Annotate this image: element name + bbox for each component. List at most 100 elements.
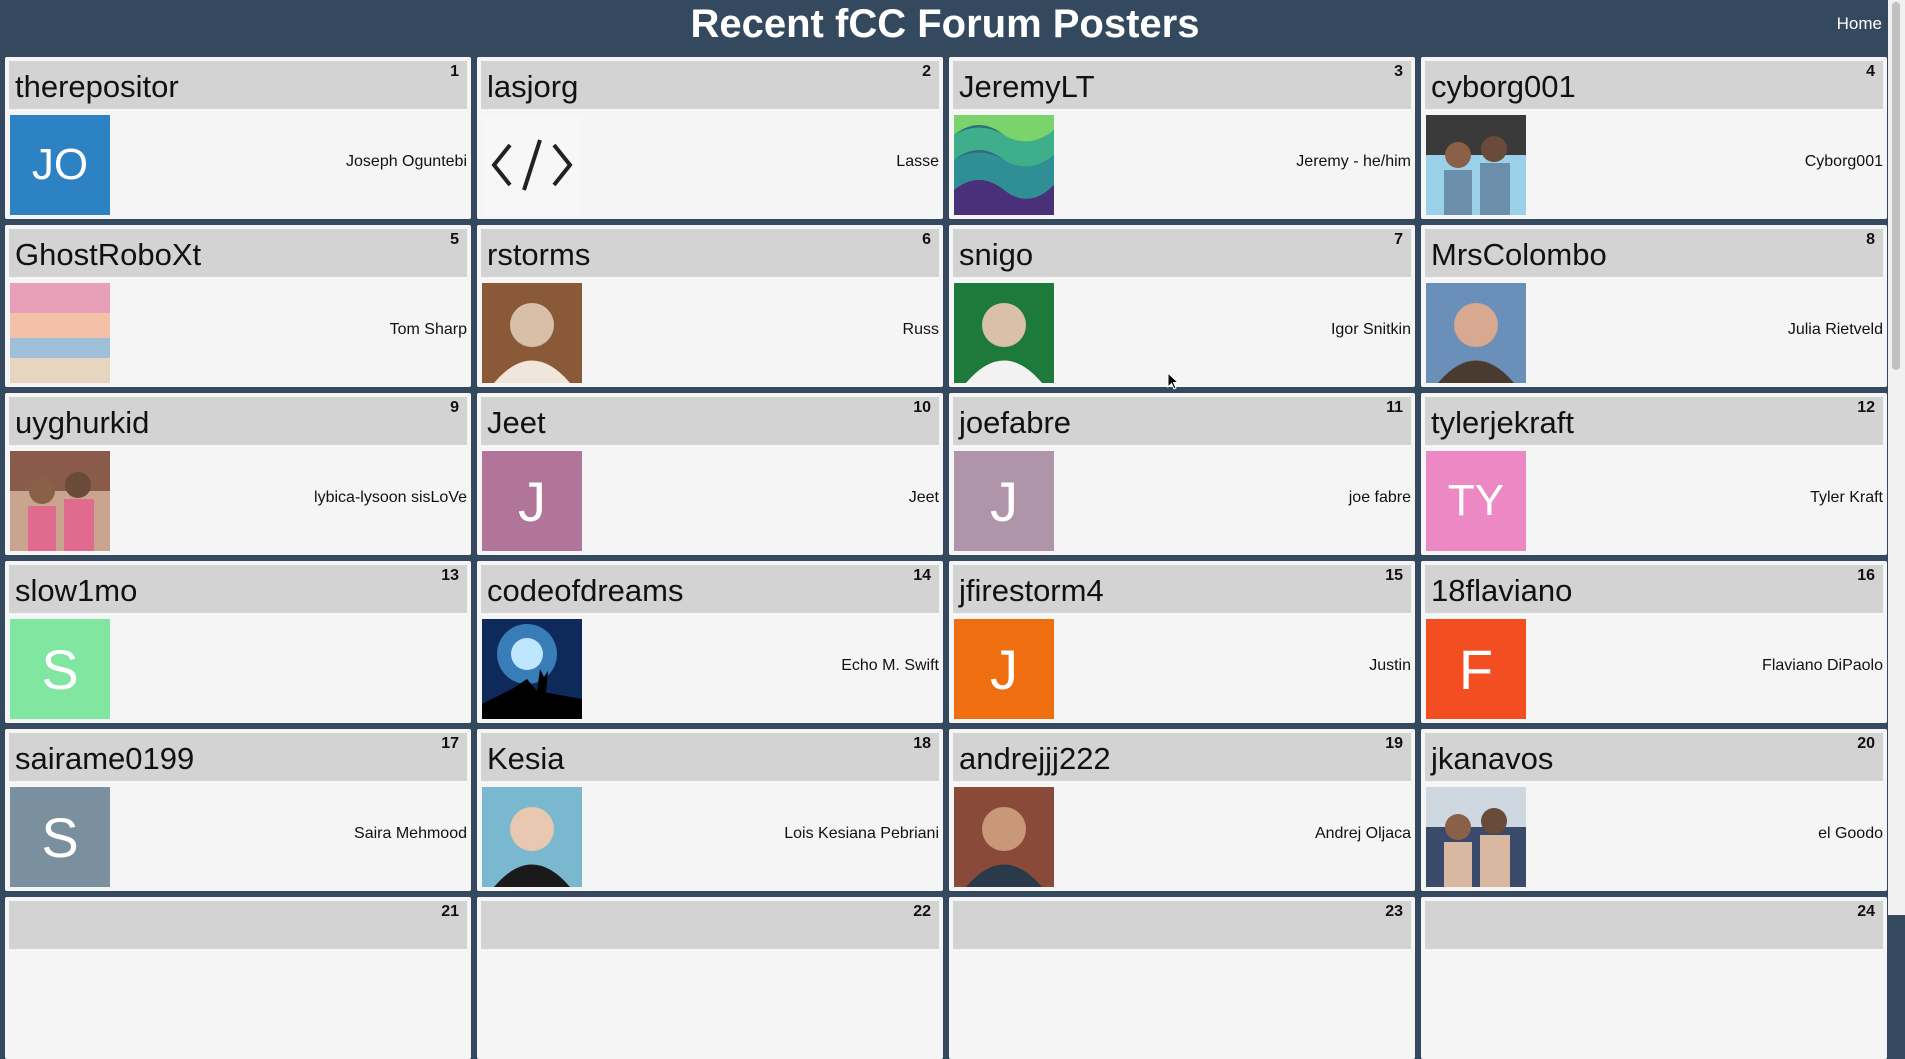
header: Recent fCC Forum Posters Home [0, 0, 1905, 56]
poster-card[interactable]: andrejjj222 19 Andrej Oljaca [949, 729, 1415, 891]
rank-number: 15 [1385, 567, 1403, 584]
code-brackets-icon[interactable] [482, 115, 582, 215]
scrollbar[interactable] [1888, 0, 1905, 915]
rank-number: 3 [1394, 63, 1403, 80]
username[interactable]: jkanavos [1431, 741, 1553, 777]
avatar[interactable] [954, 283, 1054, 383]
username[interactable]: therepositor [15, 69, 179, 105]
card-header: 23 [953, 901, 1411, 949]
home-link[interactable]: Home [1837, 14, 1882, 34]
card-header: uyghurkid 9 [9, 397, 467, 445]
full-name: Tyler Kraft [1810, 489, 1883, 506]
username[interactable]: jfirestorm4 [959, 573, 1104, 609]
poster-card[interactable]: GhostRoboXt 5 Tom Sharp [5, 225, 471, 387]
avatar[interactable] [482, 283, 582, 383]
poster-card[interactable]: Jeet 10 J Jeet [477, 393, 943, 555]
card-header: lasjorg 2 [481, 61, 939, 109]
full-name: Russ [902, 321, 939, 338]
avatar[interactable] [1426, 787, 1526, 887]
poster-card[interactable]: sairame0199 17 S Saira Mehmood [5, 729, 471, 891]
poster-card[interactable]: rstorms 6 Russ [477, 225, 943, 387]
rank-number: 12 [1857, 399, 1875, 416]
username[interactable]: tylerjekraft [1431, 405, 1574, 441]
username[interactable]: slow1mo [15, 573, 137, 609]
username[interactable]: snigo [959, 237, 1033, 273]
avatar[interactable] [1426, 283, 1526, 383]
poster-card[interactable]: slow1mo 13 S [5, 561, 471, 723]
poster-card[interactable]: codeofdreams 14 Echo M. Swift [477, 561, 943, 723]
full-name: joe fabre [1348, 489, 1411, 506]
full-name: Echo M. Swift [841, 657, 939, 674]
full-name: Lois Kesiana Pebriani [784, 825, 939, 842]
avatar[interactable] [1426, 115, 1526, 215]
card-header: 18flaviano 16 [1425, 565, 1883, 613]
poster-card[interactable]: 18flaviano 16 F Flaviano DiPaolo [1421, 561, 1887, 723]
full-name: el Goodo [1818, 825, 1883, 842]
rank-number: 14 [913, 567, 931, 584]
card-header: codeofdreams 14 [481, 565, 939, 613]
poster-card[interactable]: 22 [477, 897, 943, 1059]
card-header: JeremyLT 3 [953, 61, 1411, 109]
username[interactable]: MrsColombo [1431, 237, 1607, 273]
card-header: joefabre 11 [953, 397, 1411, 445]
poster-card[interactable]: jkanavos 20 el Goodo [1421, 729, 1887, 891]
username[interactable]: andrejjj222 [959, 741, 1111, 777]
poster-card[interactable]: snigo 7 Igor Snitkin [949, 225, 1415, 387]
username[interactable]: cyborg001 [1431, 69, 1576, 105]
poster-card[interactable]: jfirestorm4 15 J Justin [949, 561, 1415, 723]
rank-number: 4 [1866, 63, 1875, 80]
avatar[interactable] [482, 619, 582, 719]
username[interactable]: uyghurkid [15, 405, 149, 441]
full-name: Lasse [896, 153, 939, 170]
username[interactable]: sairame0199 [15, 741, 194, 777]
poster-card[interactable]: tylerjekraft 12 TY Tyler Kraft [1421, 393, 1887, 555]
avatar[interactable]: J [954, 451, 1054, 551]
avatar[interactable] [482, 787, 582, 887]
username[interactable]: 18flaviano [1431, 573, 1572, 609]
avatar[interactable] [10, 283, 110, 383]
avatar[interactable] [954, 115, 1054, 215]
avatar[interactable]: J [954, 619, 1054, 719]
avatar[interactable] [954, 787, 1054, 887]
poster-card[interactable]: Kesia 18 Lois Kesiana Pebriani [477, 729, 943, 891]
username[interactable]: GhostRoboXt [15, 237, 201, 273]
rank-number: 13 [441, 567, 459, 584]
rank-number: 24 [1857, 903, 1875, 920]
avatar[interactable]: S [10, 619, 110, 719]
username[interactable]: JeremyLT [959, 69, 1095, 105]
username[interactable]: joefabre [959, 405, 1071, 441]
card-header: Jeet 10 [481, 397, 939, 445]
poster-card[interactable]: lasjorg 2 Lasse [477, 57, 943, 219]
full-name: Tom Sharp [389, 321, 467, 338]
avatar[interactable]: J [482, 451, 582, 551]
avatar[interactable]: S [10, 787, 110, 887]
username[interactable]: Jeet [487, 405, 546, 441]
scrollbar-thumb[interactable] [1892, 2, 1900, 370]
poster-card[interactable]: 24 [1421, 897, 1887, 1059]
rank-number: 7 [1394, 231, 1403, 248]
full-name: Saira Mehmood [354, 825, 467, 842]
poster-card[interactable]: joefabre 11 Jjoe fabre [949, 393, 1415, 555]
avatar[interactable]: JO [10, 115, 110, 215]
poster-card[interactable]: 21 [5, 897, 471, 1059]
avatar[interactable] [10, 451, 110, 551]
poster-card[interactable]: uyghurkid 9 lybica-lysoon sisLoVe [5, 393, 471, 555]
mouse-cursor-icon [1167, 372, 1180, 390]
rank-number: 17 [441, 735, 459, 752]
poster-card[interactable]: 23 [949, 897, 1415, 1059]
card-header: tylerjekraft 12 [1425, 397, 1883, 445]
avatar[interactable]: TY [1426, 451, 1526, 551]
username[interactable]: lasjorg [487, 69, 578, 105]
rank-number: 1 [450, 63, 459, 80]
username[interactable]: codeofdreams [487, 573, 683, 609]
poster-card[interactable]: MrsColombo 8 Julia Rietveld [1421, 225, 1887, 387]
poster-card[interactable]: cyborg001 4 Cyborg001 [1421, 57, 1887, 219]
username[interactable]: Kesia [487, 741, 565, 777]
rank-number: 6 [922, 231, 931, 248]
username[interactable]: rstorms [487, 237, 590, 273]
poster-card[interactable]: therepositor 1 JO Joseph Oguntebi [5, 57, 471, 219]
poster-card[interactable]: JeremyLT 3 Jeremy - he/him [949, 57, 1415, 219]
rank-number: 16 [1857, 567, 1875, 584]
avatar[interactable]: F [1426, 619, 1526, 719]
full-name: Jeet [908, 489, 939, 506]
